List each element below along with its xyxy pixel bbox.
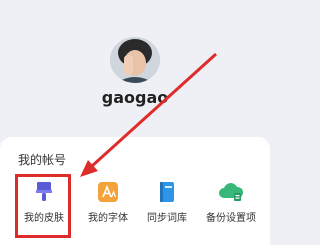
section-title: 我的帐号 — [18, 153, 67, 167]
book-icon — [155, 180, 179, 208]
tile-label: 我的皮肤 — [24, 213, 64, 224]
cloud-backup-icon — [218, 180, 244, 208]
tile-label: 同步词库 — [147, 213, 187, 224]
tile-backup-settings[interactable]: 备份设置项 — [195, 176, 267, 232]
tile-my-skin[interactable]: 我的皮肤 — [8, 176, 80, 232]
tile-label: 备份设置项 — [206, 213, 256, 224]
avatar-photo — [110, 37, 160, 83]
font-icon — [96, 180, 120, 208]
tile-sync-dictionary[interactable]: 同步词库 — [131, 176, 203, 232]
paint-brush-icon — [32, 180, 56, 208]
username: gaogao — [101, 88, 169, 107]
avatar[interactable] — [110, 37, 160, 83]
